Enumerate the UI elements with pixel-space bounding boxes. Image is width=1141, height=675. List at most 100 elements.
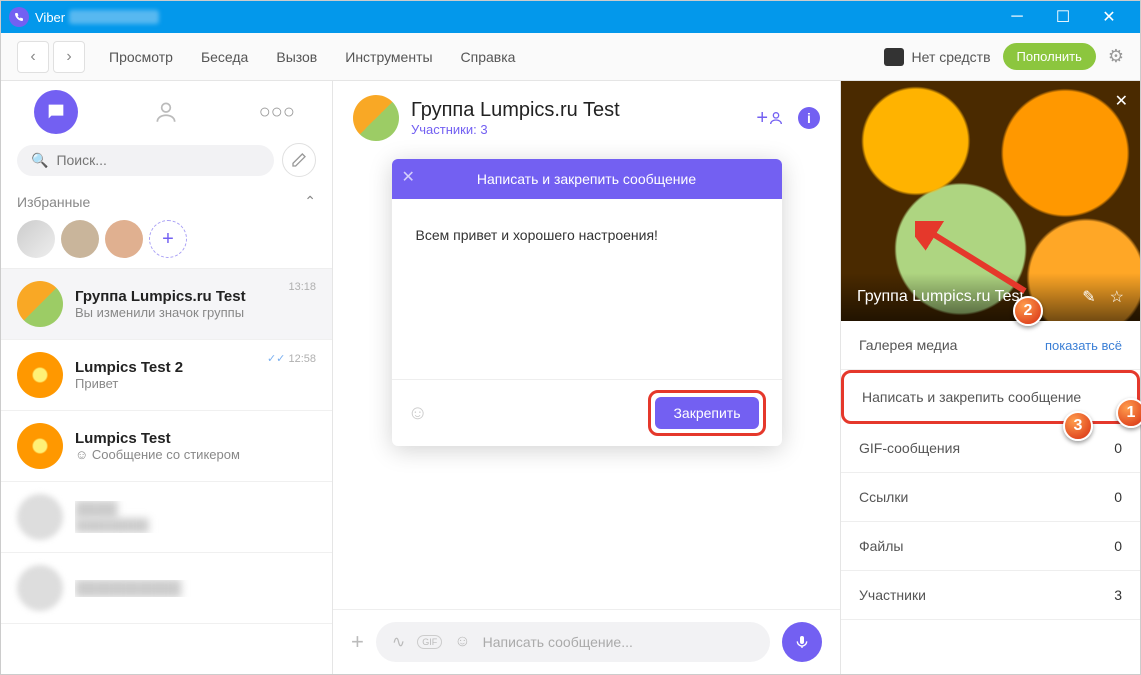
pin-submit-button[interactable]: Закрепить: [655, 397, 758, 429]
chat-avatar: [17, 494, 63, 540]
pin-message-dialog: ✕ Написать и закрепить сообщение ☺ Закре…: [392, 159, 782, 446]
pin-dialog-close-icon[interactable]: ✕: [402, 167, 415, 187]
pin-button-highlight: Закрепить: [648, 390, 765, 436]
tab-contacts[interactable]: [111, 81, 221, 143]
tab-more[interactable]: ○○○: [222, 81, 332, 143]
gif-icon[interactable]: GIF: [417, 635, 442, 649]
pin-message-textarea[interactable]: [416, 227, 758, 275]
gif-label: GIF-сообщения: [859, 440, 960, 456]
links-label: Ссылки: [859, 489, 908, 505]
settings-gear-icon[interactable]: ⚙: [1108, 46, 1124, 67]
pin-dialog-title: Написать и закрепить сообщение: [477, 171, 696, 187]
compose-placeholder: Написать сообщение...: [483, 634, 633, 650]
links-count: 0: [1114, 489, 1122, 505]
compose-input[interactable]: ∿ GIF ☺ Написать сообщение...: [376, 622, 770, 662]
chat-list-item[interactable]: ██████████: [1, 553, 332, 624]
attach-icon[interactable]: +: [351, 629, 364, 655]
members-label: Участники: [859, 587, 926, 603]
annotation-badge-1: 1: [1116, 398, 1141, 428]
group-name: Группа Lumpics.ru Test: [857, 288, 1082, 306]
chat-name: Lumpics Test 2: [75, 359, 255, 376]
chat-list: Группа Lumpics.ru Test Вы изменили значо…: [1, 268, 332, 624]
chat-avatar: [17, 281, 63, 327]
chat-preview: ☺ Сообщение со стикером: [75, 447, 316, 462]
compose-bar: + ∿ GIF ☺ Написать сообщение...: [333, 609, 840, 674]
panel-row-pin-message[interactable]: Написать и закрепить сообщение: [841, 370, 1140, 424]
chat-avatar: [17, 352, 63, 398]
chat-list-item[interactable]: ████ ████████: [1, 482, 332, 553]
chat-info-icon[interactable]: i: [798, 107, 820, 129]
chat-name: ████: [75, 501, 316, 518]
favorite-star-icon[interactable]: ☆: [1110, 287, 1124, 307]
balance-text: Нет средств: [912, 49, 991, 65]
info-panel-close-icon[interactable]: ✕: [1115, 91, 1128, 111]
edit-group-icon[interactable]: ✎: [1082, 287, 1095, 307]
favorite-add-button[interactable]: +: [149, 220, 187, 258]
favorite-avatar[interactable]: [61, 220, 99, 258]
annotation-badge-2: 2: [1013, 296, 1043, 326]
menu-view[interactable]: Просмотр: [109, 49, 173, 65]
members-count: 3: [1114, 587, 1122, 603]
chat-list-item[interactable]: Lumpics Test 2 Привет ✓✓ 12:58: [1, 340, 332, 411]
chat-preview: ████████: [75, 518, 316, 533]
menu-chat[interactable]: Беседа: [201, 49, 248, 65]
files-label: Файлы: [859, 538, 903, 554]
window-maximize-button[interactable]: ☐: [1040, 1, 1086, 33]
chat-area: Группа Lumpics.ru Test Участники: 3 + i …: [333, 81, 840, 674]
main-toolbar: ‹ › Просмотр Беседа Вызов Инструменты Сп…: [1, 33, 1140, 81]
panel-row-files[interactable]: Файлы 0: [841, 522, 1140, 571]
search-input-wrap[interactable]: 🔍: [17, 145, 274, 176]
voice-wave-icon[interactable]: ∿: [392, 632, 405, 652]
panel-row-links[interactable]: Ссылки 0: [841, 473, 1140, 522]
gallery-label: Галерея медиа: [859, 337, 957, 353]
info-panel: ✕ Группа Lumpics.ru Test ✎ ☆ Галерея мед…: [840, 81, 1140, 674]
chat-preview: Привет: [75, 376, 255, 391]
favorites-collapse-icon[interactable]: ⌃: [304, 193, 316, 210]
chat-name: ██████████: [75, 580, 316, 597]
annotation-badge-3: 3: [1063, 411, 1093, 441]
panel-row-gif[interactable]: GIF-сообщения 0: [841, 424, 1140, 473]
chat-header: Группа Lumpics.ru Test Участники: 3 + i: [333, 81, 840, 155]
nav-back-button[interactable]: ‹: [17, 41, 49, 73]
search-input[interactable]: [56, 152, 260, 168]
chat-time: ✓✓ 12:58: [267, 352, 316, 365]
chat-list-item[interactable]: Lumpics Test ☺ Сообщение со стикером: [1, 411, 332, 482]
emoji-icon[interactable]: ☺: [408, 402, 428, 425]
favorite-avatar[interactable]: [105, 220, 143, 258]
topup-button[interactable]: Пополнить: [1003, 43, 1096, 70]
window-title: Viber: [35, 10, 65, 25]
nav-forward-button[interactable]: ›: [53, 41, 85, 73]
chat-avatar: [17, 565, 63, 611]
wallet-icon: [884, 48, 904, 66]
compose-button[interactable]: [282, 143, 316, 177]
mic-button[interactable]: [782, 622, 822, 662]
menu-tools[interactable]: Инструменты: [345, 49, 432, 65]
panel-row-members[interactable]: Участники 3: [841, 571, 1140, 620]
panel-row-gallery[interactable]: Галерея медиа показать всё: [841, 321, 1140, 370]
chat-avatar: [17, 423, 63, 469]
favorites-label: Избранные: [17, 194, 90, 210]
chat-header-subtitle[interactable]: Участники: 3: [411, 122, 620, 137]
window-close-button[interactable]: ✕: [1086, 1, 1132, 33]
chat-name: Lumpics Test: [75, 430, 316, 447]
add-member-icon[interactable]: +: [756, 107, 784, 130]
chat-time: 13:18: [288, 281, 316, 293]
search-icon: 🔍: [31, 152, 48, 169]
chat-header-avatar[interactable]: [353, 95, 399, 141]
chat-preview: Вы изменили значок группы: [75, 305, 276, 320]
favorite-avatar[interactable]: [17, 220, 55, 258]
sticker-icon[interactable]: ☺: [454, 633, 470, 651]
pin-dialog-header: ✕ Написать и закрепить сообщение: [392, 159, 782, 199]
tab-chats[interactable]: [1, 81, 111, 143]
chat-header-title: Группа Lumpics.ru Test: [411, 99, 620, 122]
window-minimize-button[interactable]: ─: [994, 1, 1040, 33]
chat-list-item[interactable]: Группа Lumpics.ru Test Вы изменили значо…: [1, 269, 332, 340]
gallery-show-all-link[interactable]: показать всё: [1045, 338, 1122, 353]
menu-call[interactable]: Вызов: [276, 49, 317, 65]
viber-logo-icon: [9, 7, 29, 27]
menu-help[interactable]: Справка: [461, 49, 516, 65]
chat-name: Группа Lumpics.ru Test: [75, 288, 276, 305]
window-subtitle-blur: [69, 10, 159, 24]
group-cover: ✕ Группа Lumpics.ru Test ✎ ☆: [841, 81, 1140, 321]
files-count: 0: [1114, 538, 1122, 554]
